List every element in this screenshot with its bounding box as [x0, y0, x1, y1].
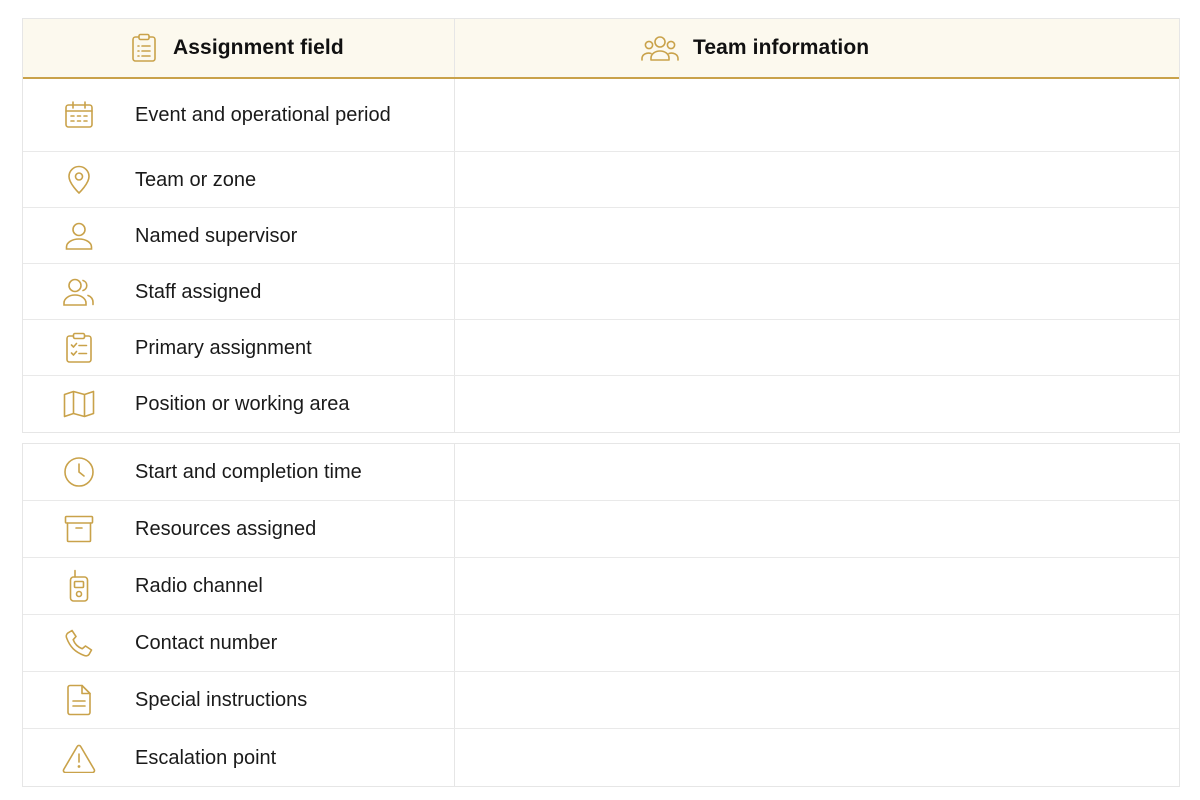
table-row: Escalation point: [23, 729, 1179, 786]
team-info-input[interactable]: [455, 376, 1179, 432]
clipboard-list-icon: [129, 33, 159, 63]
field-cell: Named supervisor: [23, 208, 455, 263]
table-row: Contact number: [23, 615, 1179, 672]
warning-icon: [23, 743, 135, 773]
team-info-input[interactable]: [455, 152, 1179, 207]
document-icon: [23, 684, 135, 716]
users-icon: [23, 277, 135, 307]
clipboard-check-icon: [23, 332, 135, 364]
radio-icon: [23, 569, 135, 603]
field-label-team-zone: Team or zone: [135, 168, 257, 191]
field-cell: Start and completion time: [23, 444, 455, 500]
field-cell: Staff assigned: [23, 264, 455, 319]
field-label-supervisor: Named supervisor: [135, 224, 298, 247]
map-pin-icon: [23, 165, 135, 195]
field-cell: Escalation point: [23, 729, 455, 786]
table-row: Named supervisor: [23, 208, 1179, 264]
field-cell: Position or working area: [23, 376, 455, 432]
field-cell: Event and operational period: [23, 79, 455, 151]
field-label-contact-number: Contact number: [135, 632, 278, 654]
team-info-input[interactable]: [455, 79, 1179, 151]
team-icon: [641, 33, 679, 63]
team-info-input[interactable]: [455, 558, 1179, 614]
clock-icon: [23, 456, 135, 488]
team-info-input[interactable]: [455, 615, 1179, 671]
phone-icon: [23, 628, 135, 658]
table-row: Position or working area: [23, 376, 1179, 432]
user-icon: [23, 221, 135, 251]
field-label-event-period: Event and operational period: [135, 104, 391, 126]
team-info-input[interactable]: [455, 501, 1179, 557]
assignment-table-section-1: Assignment field Team information Event …: [22, 18, 1180, 433]
assignment-field-title: Assignment field: [173, 36, 344, 59]
calendar-icon: [23, 100, 135, 130]
field-cell: Primary assignment: [23, 320, 455, 375]
field-label-radio-channel: Radio channel: [135, 575, 263, 597]
team-information-header: Team information: [455, 19, 1179, 77]
field-cell: Radio channel: [23, 558, 455, 614]
table-row: Resources assigned: [23, 501, 1179, 558]
field-label-special-instructions: Special instructions: [135, 689, 308, 711]
field-label-primary-assignment: Primary assignment: [135, 336, 312, 359]
field-cell: Resources assigned: [23, 501, 455, 557]
field-cell: Team or zone: [23, 152, 455, 207]
table-row: Special instructions: [23, 672, 1179, 729]
team-info-input[interactable]: [455, 264, 1179, 319]
team-info-input[interactable]: [455, 444, 1179, 500]
assignment-field-header: Assignment field: [23, 19, 455, 77]
field-cell: Special instructions: [23, 672, 455, 728]
archive-box-icon: [23, 515, 135, 543]
team-info-input[interactable]: [455, 320, 1179, 375]
team-info-input[interactable]: [455, 208, 1179, 263]
field-label-staff: Staff assigned: [135, 280, 262, 303]
field-label-position-area: Position or working area: [135, 393, 350, 415]
field-label-escalation-point: Escalation point: [135, 746, 277, 769]
map-icon: [23, 390, 135, 418]
assignment-table-section-2: Start and completion time Resources assi…: [22, 443, 1180, 787]
table-row: Primary assignment: [23, 320, 1179, 376]
table-row: Start and completion time: [23, 444, 1179, 501]
table-header: Assignment field Team information: [23, 19, 1179, 79]
table-row: Team or zone: [23, 152, 1179, 208]
team-info-input[interactable]: [455, 729, 1179, 786]
table-row: Staff assigned: [23, 264, 1179, 320]
field-cell: Contact number: [23, 615, 455, 671]
field-label-start-completion: Start and completion time: [135, 461, 362, 483]
team-info-input[interactable]: [455, 672, 1179, 728]
table-row: Radio channel: [23, 558, 1179, 615]
team-information-title: Team information: [693, 36, 870, 59]
field-label-resources: Resources assigned: [135, 518, 317, 540]
table-row: Event and operational period: [23, 79, 1179, 152]
